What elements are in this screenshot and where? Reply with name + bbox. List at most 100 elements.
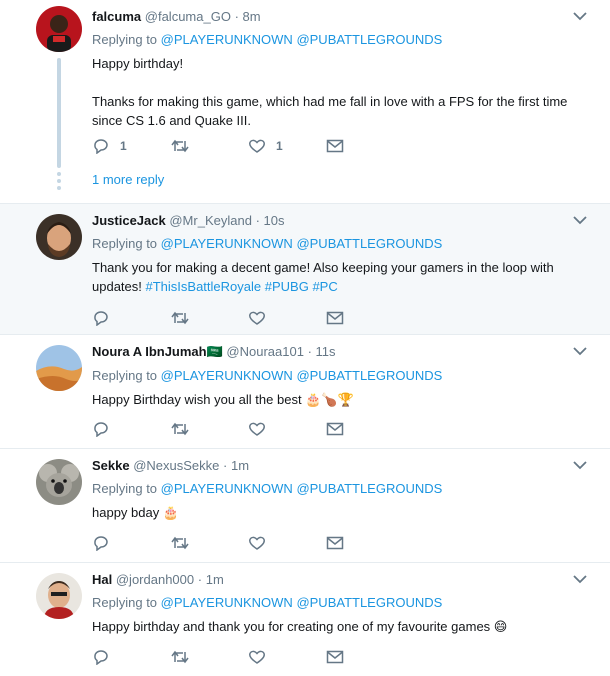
- mention-link[interactable]: @PUBATTLEGROUNDS: [296, 481, 442, 496]
- hashtag-link[interactable]: #PC: [312, 279, 337, 294]
- display-name[interactable]: JusticeJack: [92, 213, 166, 228]
- envelope-icon: [326, 536, 344, 550]
- avatar[interactable]: [36, 6, 82, 52]
- timestamp[interactable]: 10s: [264, 213, 285, 228]
- retweet-button[interactable]: [170, 535, 248, 551]
- timestamp[interactable]: 1m: [231, 458, 249, 473]
- more-replies-link[interactable]: 1 more reply: [92, 172, 164, 187]
- like-button[interactable]: 1: [248, 138, 326, 154]
- emoji: 😄: [493, 620, 508, 635]
- replying-to-label: Replying to: [92, 595, 158, 610]
- like-button[interactable]: [248, 421, 326, 437]
- direct-message-button[interactable]: [326, 650, 404, 664]
- avatar[interactable]: [36, 345, 82, 391]
- mention-link[interactable]: @PUBATTLEGROUNDS: [296, 32, 442, 47]
- mention-link[interactable]: @PUBATTLEGROUNDS: [296, 595, 442, 610]
- chevron-down-icon[interactable]: [570, 457, 590, 474]
- display-name[interactable]: Sekke: [92, 458, 130, 473]
- tweet-sekke[interactable]: Sekke @NexusSekke · 1m Replying to @PLAY…: [0, 449, 610, 563]
- retweet-icon: [171, 650, 189, 664]
- heart-icon: [249, 422, 265, 436]
- direct-message-button[interactable]: [326, 311, 404, 325]
- handle[interactable]: @jordanh000: [116, 572, 194, 587]
- replying-to-label: Replying to: [92, 236, 158, 251]
- mention-link[interactable]: @PUBATTLEGROUNDS: [296, 368, 442, 383]
- reply-button[interactable]: [92, 421, 170, 437]
- handle[interactable]: @Nouraa101: [226, 344, 304, 359]
- reply-button[interactable]: [92, 310, 170, 326]
- tweet-text: Happy Birthday wish you all the best 🎂🍗🏆: [92, 390, 590, 410]
- avatar[interactable]: [36, 459, 82, 505]
- chevron-down-icon[interactable]: [570, 212, 590, 229]
- tweet-text-line: Thanks for making this game, which had m…: [92, 94, 568, 128]
- direct-message-button[interactable]: [326, 536, 404, 550]
- flag-emoji: 🇸🇦: [206, 345, 223, 360]
- mention-link[interactable]: @PLAYERUNKNOWN: [161, 368, 293, 383]
- reply-icon: [94, 422, 108, 437]
- hashtag-link[interactable]: #PUBG: [265, 279, 309, 294]
- retweet-button[interactable]: [170, 649, 248, 665]
- display-name[interactable]: Hal: [92, 572, 112, 587]
- retweet-button[interactable]: [170, 138, 248, 154]
- direct-message-button[interactable]: [326, 422, 404, 436]
- reply-button[interactable]: 1: [92, 138, 170, 154]
- tweet-falcuma[interactable]: falcuma @falcuma_GO · 8m Replying to @PL…: [0, 0, 610, 204]
- handle[interactable]: @NexusSekke: [133, 458, 219, 473]
- tweet-actions: [92, 421, 404, 437]
- retweet-button[interactable]: [170, 421, 248, 437]
- chevron-down-icon[interactable]: [570, 8, 590, 25]
- timestamp[interactable]: 11s: [316, 344, 336, 359]
- reply-button[interactable]: [92, 535, 170, 551]
- tweet-text-body: Happy Birthday wish you all the best: [92, 392, 302, 407]
- avatar[interactable]: [36, 573, 82, 619]
- mention-link[interactable]: @PLAYERUNKNOWN: [161, 32, 293, 47]
- thread-dots: [57, 172, 61, 193]
- handle[interactable]: @falcuma_GO: [145, 9, 231, 24]
- retweet-button[interactable]: [170, 310, 248, 326]
- reply-icon: [94, 650, 108, 665]
- reply-count: 1: [120, 139, 127, 153]
- reply-icon: [94, 536, 108, 551]
- tweet-actions: 1 1: [92, 138, 404, 154]
- tweet-text: Happy birthday! Thanks for making this g…: [92, 54, 590, 130]
- mention-link[interactable]: @PUBATTLEGROUNDS: [296, 236, 442, 251]
- chevron-down-icon[interactable]: [570, 571, 590, 588]
- replying-to: Replying to @PLAYERUNKNOWN @PUBATTLEGROU…: [92, 480, 590, 497]
- replying-to-label: Replying to: [92, 481, 158, 496]
- retweet-icon: [171, 311, 189, 325]
- separator-dot: ·: [307, 344, 312, 359]
- tweet-justicejack[interactable]: JusticeJack @Mr_Keyland · 10s Replying t…: [0, 204, 610, 335]
- handle[interactable]: @Mr_Keyland: [169, 213, 252, 228]
- tweet-text-body: happy bday: [92, 505, 160, 520]
- like-button[interactable]: [248, 535, 326, 551]
- like-count: 1: [276, 139, 283, 153]
- hashtag-link[interactable]: #ThisIsBattleRoyale: [146, 279, 262, 294]
- timestamp[interactable]: 1m: [206, 572, 224, 587]
- tweet-actions: [92, 310, 404, 326]
- timestamp[interactable]: 8m: [243, 9, 261, 24]
- reply-icon: [94, 139, 108, 154]
- mention-link[interactable]: @PLAYERUNKNOWN: [161, 595, 293, 610]
- emoji: 🎂🍗🏆: [305, 393, 354, 408]
- tweet-noura[interactable]: Noura A IbnJumah🇸🇦 @Nouraa101 · 11s Repl…: [0, 335, 610, 449]
- tweet-hal[interactable]: Hal @jordanh000 · 1m Replying to @PLAYER…: [0, 563, 610, 676]
- display-name[interactable]: Noura A IbnJumah: [92, 344, 207, 359]
- reply-button[interactable]: [92, 649, 170, 665]
- replying-to: Replying to @PLAYERUNKNOWN @PUBATTLEGROU…: [92, 235, 590, 252]
- direct-message-button[interactable]: [326, 139, 404, 153]
- avatar[interactable]: [36, 214, 82, 260]
- mention-link[interactable]: @PLAYERUNKNOWN: [161, 481, 293, 496]
- separator-dot: ·: [197, 572, 203, 587]
- replying-to-label: Replying to: [92, 32, 158, 47]
- envelope-icon: [326, 139, 344, 153]
- like-button[interactable]: [248, 649, 326, 665]
- chevron-down-icon[interactable]: [570, 343, 590, 360]
- envelope-icon: [326, 422, 344, 436]
- separator-dot: ·: [255, 213, 260, 228]
- like-button[interactable]: [248, 310, 326, 326]
- display-name[interactable]: falcuma: [92, 9, 141, 24]
- thread-line: [57, 58, 61, 168]
- heart-icon: [249, 139, 265, 153]
- mention-link[interactable]: @PLAYERUNKNOWN: [161, 236, 293, 251]
- tweet-text: happy bday 🎂: [92, 503, 590, 523]
